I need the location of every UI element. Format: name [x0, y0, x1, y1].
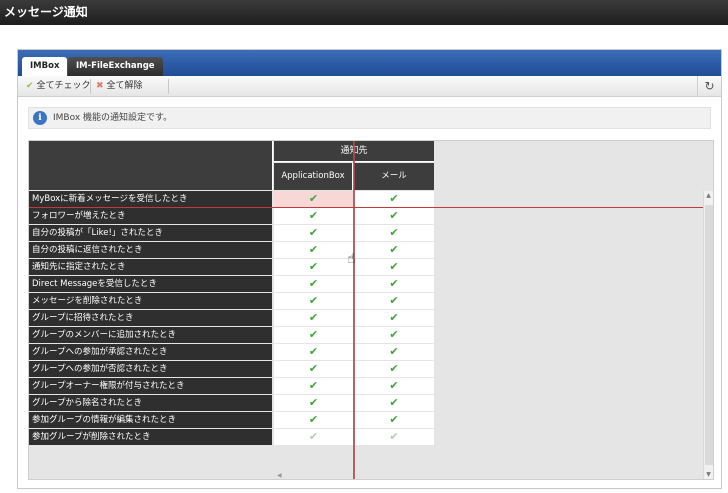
- clear-all-label: 全て解除: [106, 81, 143, 91]
- row-label: 参加グループが削除されたとき: [29, 429, 272, 445]
- mail-checkbox[interactable]: ✔: [354, 191, 434, 207]
- table-row: グループへの参加が否認されたとき ✔ ✔: [29, 361, 704, 378]
- table-row: グループのメンバーに追加されたとき ✔ ✔: [29, 327, 704, 344]
- applicationbox-checkbox[interactable]: ✔: [274, 361, 353, 377]
- applicationbox-checkbox[interactable]: ✔: [274, 344, 353, 360]
- tab-im-fileexchange[interactable]: IM-FileExchange: [68, 57, 163, 76]
- row-label: グループから除名されたとき: [29, 395, 272, 411]
- toolbar: ✔ 全てチェック ✖ 全て解除 ↻: [18, 76, 721, 97]
- applicationbox-checkbox[interactable]: ✔: [274, 259, 353, 275]
- row-label: Direct Messageを受信したとき: [29, 276, 272, 292]
- mail-checkbox[interactable]: ✔: [354, 361, 434, 377]
- table-row: 参加グループの情報が編集されたとき ✔ ✔: [29, 412, 704, 429]
- mail-checkbox[interactable]: ✔: [354, 395, 434, 411]
- table-row: MyBoxに新着メッセージを受信したとき ✔ ✔: [29, 191, 704, 208]
- row-label: 通知先に指定されたとき: [29, 259, 272, 275]
- applicationbox-checkbox[interactable]: ✔: [274, 412, 353, 428]
- table-row: グループオーナー権限が付与されたとき ✔ ✔: [29, 378, 704, 395]
- clear-all-button[interactable]: ✖ 全て解除: [96, 78, 143, 94]
- info-text: IMBox 機能の通知設定です。: [53, 113, 173, 123]
- hand-cursor-icon: ☝: [347, 251, 356, 267]
- applicationbox-checkbox[interactable]: ✔: [274, 242, 353, 258]
- refresh-icon[interactable]: ↻: [697, 76, 721, 96]
- check-all-label: 全てチェック: [36, 81, 91, 91]
- check-all-button[interactable]: ✔ 全てチェック: [26, 78, 91, 94]
- column-header-applicationbox[interactable]: ApplicationBox: [274, 163, 353, 190]
- notification-grid: 通知先 ApplicationBox メール MyBoxに新着メッセージを受信し…: [28, 140, 714, 480]
- column-header-mail[interactable]: メール: [354, 163, 434, 190]
- toolbar-divider: [90, 79, 91, 94]
- row-label: フォロワーが増えたとき: [29, 208, 272, 224]
- table-row: 自分の投稿が「Like!」されたとき ✔ ✔: [29, 225, 704, 242]
- mail-checkbox[interactable]: ✔: [354, 429, 434, 445]
- tab-bar: IMBox IM-FileExchange: [18, 50, 721, 76]
- row-label: グループへの参加が承認されたとき: [29, 344, 272, 360]
- table-row: 参加グループが削除されたとき ✔ ✔: [29, 429, 704, 446]
- table-row: メッセージを削除されたとき ✔ ✔: [29, 293, 704, 310]
- row-label: MyBoxに新着メッセージを受信したとき: [29, 191, 272, 207]
- applicationbox-checkbox[interactable]: ✔: [274, 208, 353, 224]
- mail-checkbox[interactable]: ✔: [354, 310, 434, 326]
- table-row: グループから除名されたとき ✔ ✔: [29, 395, 704, 412]
- scroll-left-icon[interactable]: ◀: [277, 472, 282, 479]
- info-message: i IMBox 機能の通知設定です。: [28, 107, 711, 129]
- vertical-scrollbar[interactable]: ▲ ▼: [703, 191, 713, 479]
- toolbar-divider: [168, 79, 169, 94]
- mail-checkbox[interactable]: ✔: [354, 276, 434, 292]
- row-guide-line: [29, 207, 713, 208]
- row-label: グループに招待されたとき: [29, 310, 272, 326]
- settings-panel: IMBox IM-FileExchange ✔ 全てチェック ✖ 全て解除 ↻ i …: [17, 49, 722, 489]
- mail-checkbox[interactable]: ✔: [354, 242, 434, 258]
- mail-checkbox[interactable]: ✔: [354, 208, 434, 224]
- row-label: グループオーナー権限が付与されたとき: [29, 378, 272, 394]
- applicationbox-checkbox[interactable]: ✔: [274, 225, 353, 241]
- table-row: 自分の投稿に返信されたとき ✔ ✔: [29, 242, 704, 259]
- cross-icon: ✖: [96, 81, 104, 91]
- applicationbox-checkbox[interactable]: ✔: [274, 378, 353, 394]
- row-label: 参加グループの情報が編集されたとき: [29, 412, 272, 428]
- row-label: グループのメンバーに追加されたとき: [29, 327, 272, 343]
- column-resize-guide: [353, 141, 355, 479]
- scroll-up-icon[interactable]: ▲: [704, 192, 713, 199]
- row-label: メッセージを削除されたとき: [29, 293, 272, 309]
- mail-checkbox[interactable]: ✔: [354, 259, 434, 275]
- row-label: グループへの参加が否認されたとき: [29, 361, 272, 377]
- mail-checkbox[interactable]: ✔: [354, 293, 434, 309]
- mail-checkbox[interactable]: ✔: [354, 327, 434, 343]
- applicationbox-checkbox[interactable]: ✔: [274, 310, 353, 326]
- grid-header-corner: [29, 141, 273, 190]
- row-label: 自分の投稿に返信されたとき: [29, 242, 272, 258]
- table-row: フォロワーが増えたとき ✔ ✔: [29, 208, 704, 225]
- applicationbox-checkbox[interactable]: ✔: [274, 327, 353, 343]
- table-row: Direct Messageを受信したとき ✔ ✔: [29, 276, 704, 293]
- mail-checkbox[interactable]: ✔: [354, 225, 434, 241]
- scrollbar-thumb[interactable]: [705, 205, 713, 465]
- applicationbox-checkbox[interactable]: ✔: [274, 293, 353, 309]
- applicationbox-checkbox[interactable]: ✔: [274, 191, 353, 207]
- table-row: グループへの参加が承認されたとき ✔ ✔: [29, 344, 704, 361]
- page-title: メッセージ通知: [0, 0, 728, 25]
- mail-checkbox[interactable]: ✔: [354, 378, 434, 394]
- row-label: 自分の投稿が「Like!」されたとき: [29, 225, 272, 241]
- scroll-down-icon[interactable]: ▼: [704, 471, 713, 478]
- grid-rows: MyBoxに新着メッセージを受信したとき ✔ ✔ フォロワーが増えたとき ✔ ✔ 自分の投稿…: [29, 191, 704, 446]
- check-icon: ✔: [26, 81, 34, 91]
- tab-imbox[interactable]: IMBox: [22, 57, 68, 76]
- info-icon: i: [33, 111, 47, 125]
- applicationbox-checkbox[interactable]: ✔: [274, 429, 353, 445]
- applicationbox-checkbox[interactable]: ✔: [274, 276, 353, 292]
- table-row: 通知先に指定されたとき ✔ ✔: [29, 259, 704, 276]
- table-row: グループに招待されたとき ✔ ✔: [29, 310, 704, 327]
- mail-checkbox[interactable]: ✔: [354, 344, 434, 360]
- mail-checkbox[interactable]: ✔: [354, 412, 434, 428]
- applicationbox-checkbox[interactable]: ✔: [274, 395, 353, 411]
